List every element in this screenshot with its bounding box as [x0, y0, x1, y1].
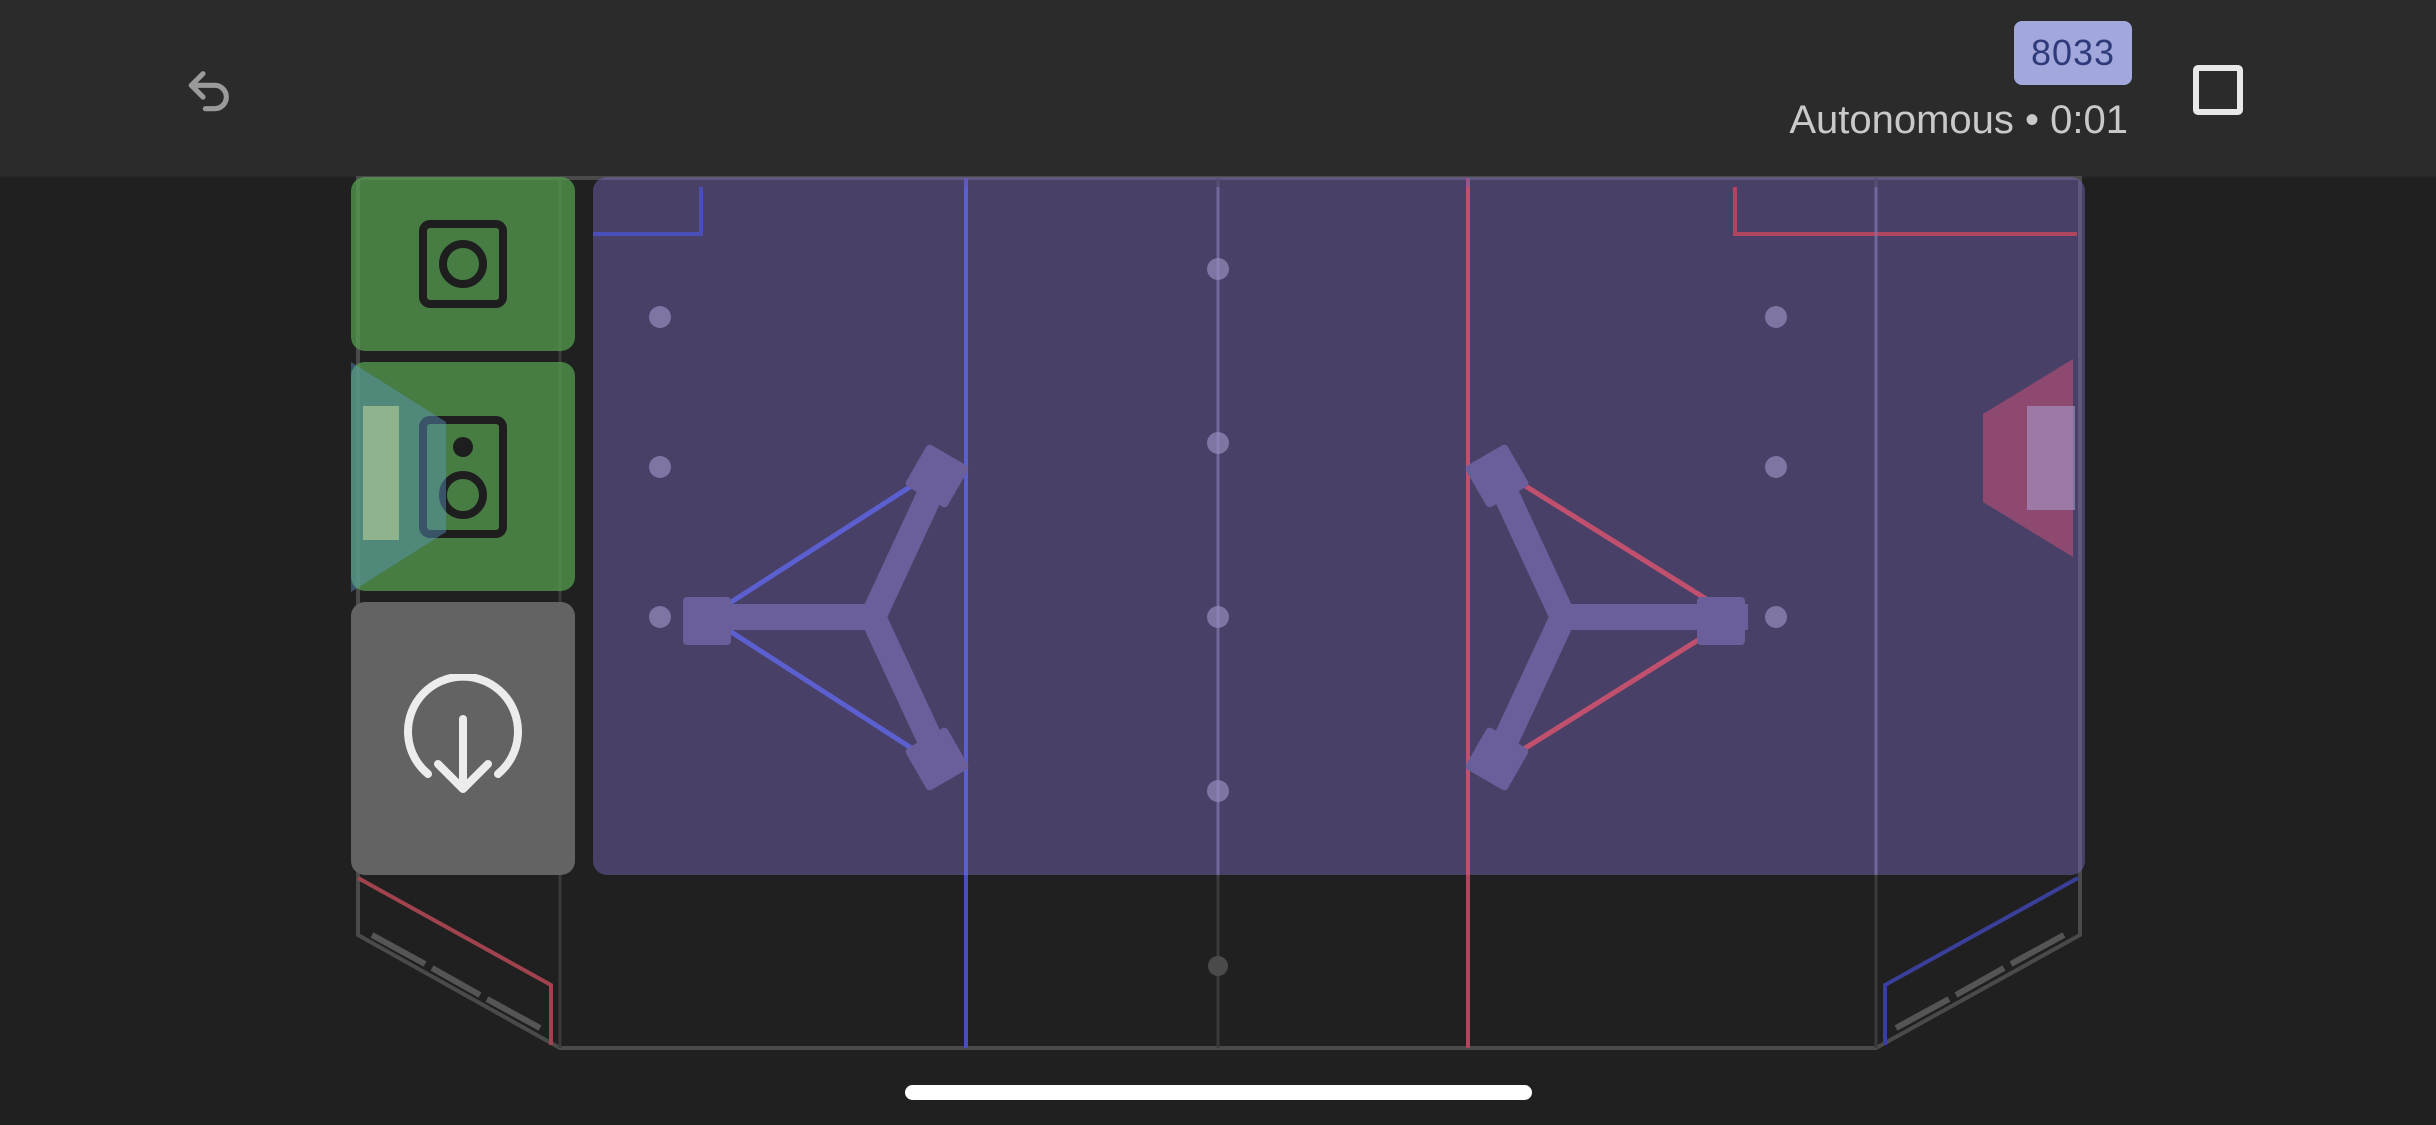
- top-bar: 8033 Autonomous • 0:01: [0, 0, 2436, 178]
- undo-icon: [188, 71, 229, 112]
- blue-stage-truss: [695, 459, 956, 775]
- note-marker: [649, 306, 671, 328]
- source-dashes-right: [1894, 932, 2066, 1031]
- source-dashes-left: [370, 932, 542, 1031]
- circle-down-arrow-icon: [404, 673, 522, 793]
- drop-note-button[interactable]: [351, 602, 575, 875]
- blue-stage-pad: [683, 597, 731, 645]
- note-marker: [1207, 432, 1229, 454]
- red-speaker-plate: [2027, 406, 2075, 510]
- speaker-one-circle-icon: [419, 220, 507, 308]
- overlay-field-markings: [593, 187, 2077, 875]
- score-amp-button[interactable]: [351, 177, 575, 351]
- stop-square-icon: [2193, 65, 2243, 115]
- note-marker: [1765, 606, 1787, 628]
- red-amp-zone: [1733, 187, 2077, 236]
- score-speaker-button[interactable]: [351, 362, 575, 591]
- auto-field-overlay[interactable]: [593, 177, 2085, 875]
- note-marker: [1765, 306, 1787, 328]
- stop-button[interactable]: [2178, 50, 2258, 130]
- note-marker: [1207, 606, 1229, 628]
- team-number-badge: 8033: [2014, 21, 2132, 85]
- match-status: Autonomous • 0:01: [1789, 98, 2128, 142]
- red-source-zone: [357, 876, 553, 1045]
- blue-amp-zone: [593, 187, 703, 236]
- note-marker: [1207, 780, 1229, 802]
- note-marker: [1765, 456, 1787, 478]
- note-marker: [1207, 258, 1229, 280]
- home-indicator: [905, 1085, 1532, 1100]
- undo-button[interactable]: [170, 50, 250, 130]
- speaker-icon: [419, 415, 507, 538]
- note-marker: [649, 456, 671, 478]
- red-stage-pad: [1697, 597, 1745, 645]
- note-marker: [649, 606, 671, 628]
- blue-source-zone: [1883, 876, 2079, 1045]
- note-marker: [1208, 956, 1228, 976]
